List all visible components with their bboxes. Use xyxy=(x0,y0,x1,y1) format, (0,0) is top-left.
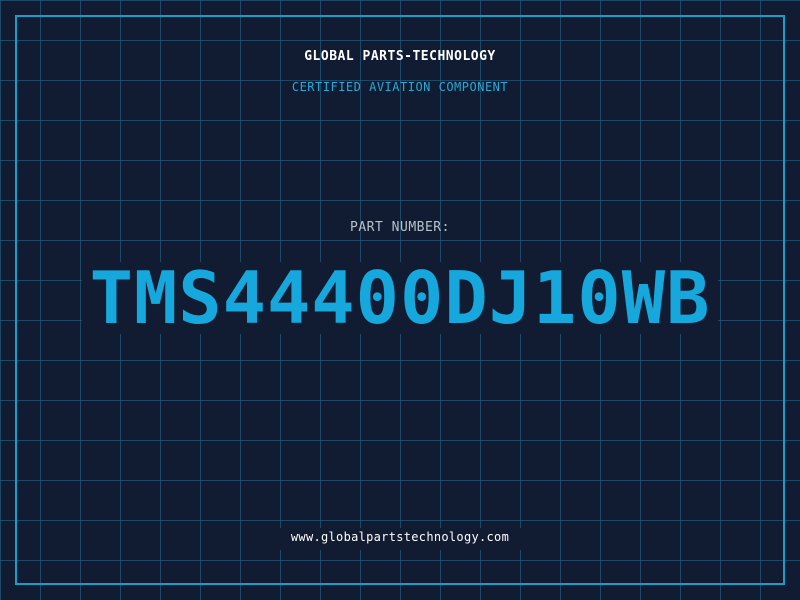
label-canvas: GLOBAL PARTS-TECHNOLOGY CERTIFIED AVIATI… xyxy=(0,0,800,600)
part-number-value: TMS44400DJ10WB xyxy=(89,256,711,340)
certification-subtitle: CERTIFIED AVIATION COMPONENT xyxy=(291,80,509,94)
part-number-label: PART NUMBER: xyxy=(350,220,450,235)
company-name: GLOBAL PARTS-TECHNOLOGY xyxy=(304,49,496,64)
website-url: www.globalpartstechnology.com xyxy=(290,530,510,544)
